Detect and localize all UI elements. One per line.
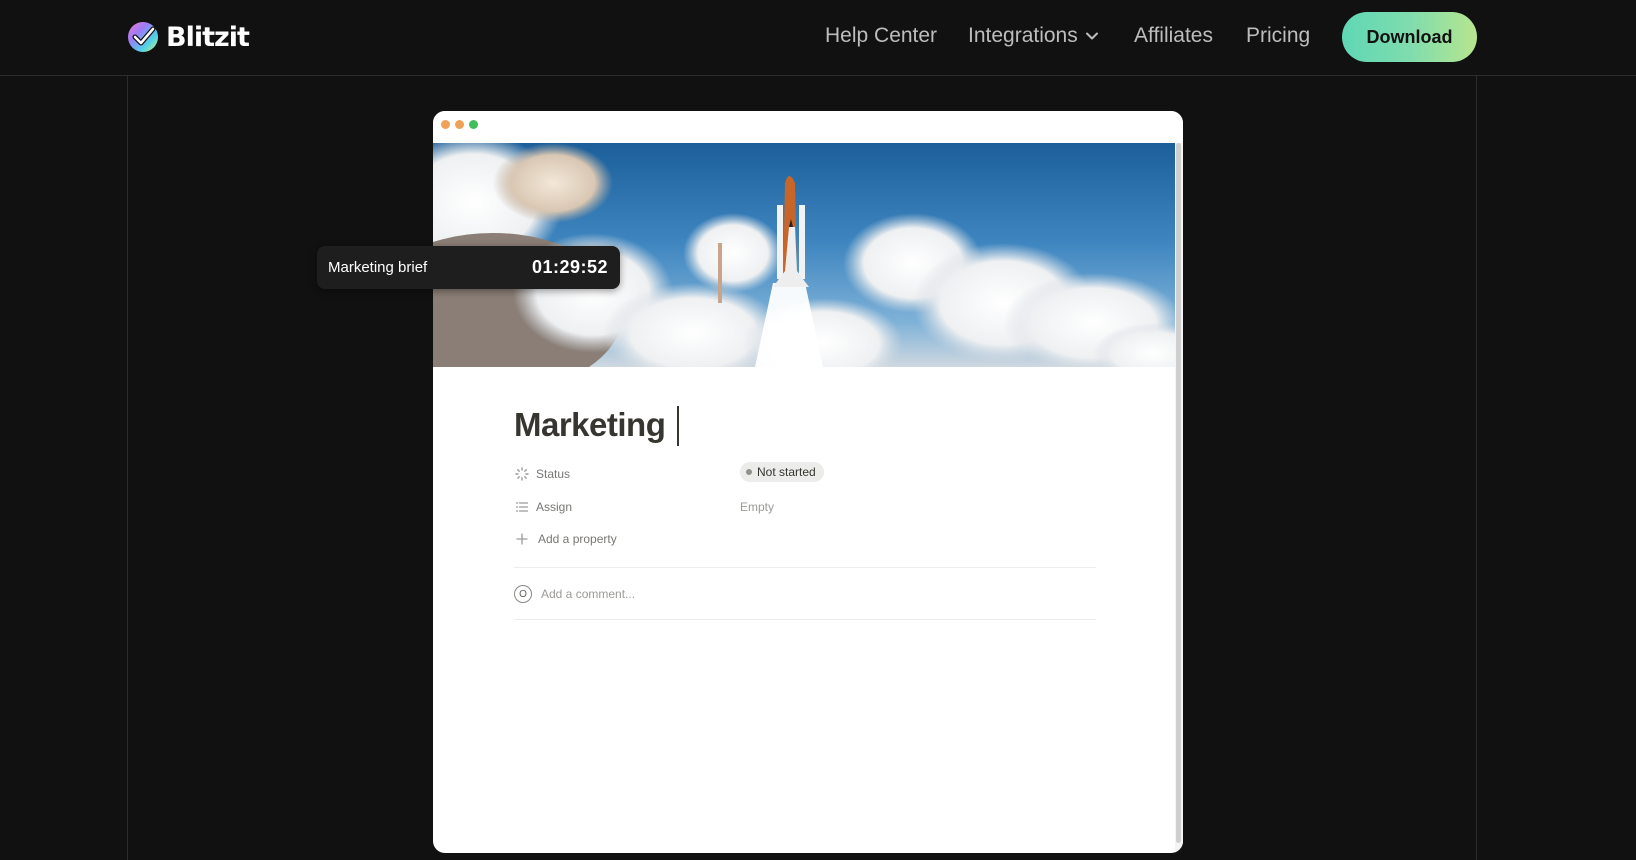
assign-value[interactable]: Empty (740, 500, 774, 514)
minimize-dot (455, 120, 464, 129)
status-value: Not started (757, 465, 816, 479)
page-title[interactable]: Marketing (514, 406, 666, 444)
check-circle-gradient-icon (128, 22, 158, 52)
download-button[interactable]: Download (1342, 12, 1477, 62)
comment-input[interactable]: Add a comment... (541, 587, 635, 601)
comment-input-row[interactable]: O Add a comment... (514, 585, 635, 603)
chevron-down-icon (1085, 32, 1098, 40)
focus-timer-widget[interactable]: Marketing brief 01:29:52 (317, 246, 620, 289)
divider (514, 567, 1096, 568)
scrollbar-thumb[interactable] (1176, 143, 1181, 843)
status-dot (746, 469, 752, 475)
nav-help-center[interactable]: Help Center (825, 24, 937, 48)
property-label-status: Status (536, 467, 571, 481)
brand-logo[interactable]: Blitzit (126, 20, 250, 54)
nav-integrations-label: Integrations (968, 24, 1078, 47)
add-property-label: Add a property (538, 532, 617, 546)
status-spinner-icon (515, 467, 529, 481)
text-caret (677, 406, 679, 446)
left-guide-line (127, 76, 128, 860)
app-window-preview: Marketing Status Not started Assign Empt (433, 111, 1183, 853)
nav-integrations[interactable]: Integrations (968, 24, 1098, 48)
top-navbar: Blitzit Help Center Integrations Affilia… (0, 0, 1636, 76)
property-row-assign[interactable]: Assign Empty (514, 497, 774, 517)
add-property-button[interactable]: Add a property (514, 529, 617, 549)
timer-task-label: Marketing brief (328, 259, 428, 276)
property-label-assign: Assign (536, 500, 573, 514)
timer-elapsed: 01:29:52 (531, 257, 608, 277)
window-title-bar (433, 111, 1183, 143)
property-row-status[interactable]: Status Not started (514, 462, 824, 484)
divider (514, 619, 1096, 620)
close-dot (441, 120, 450, 129)
avatar: O (514, 585, 532, 603)
nav-affiliates[interactable]: Affiliates (1134, 24, 1213, 48)
maximize-dot (469, 120, 478, 129)
list-icon (515, 502, 529, 512)
nav-pricing[interactable]: Pricing (1246, 24, 1310, 48)
brand-name: Blitzit (166, 21, 250, 53)
status-badge[interactable]: Not started (740, 462, 824, 482)
right-guide-line (1476, 76, 1477, 860)
plus-icon (516, 533, 528, 545)
